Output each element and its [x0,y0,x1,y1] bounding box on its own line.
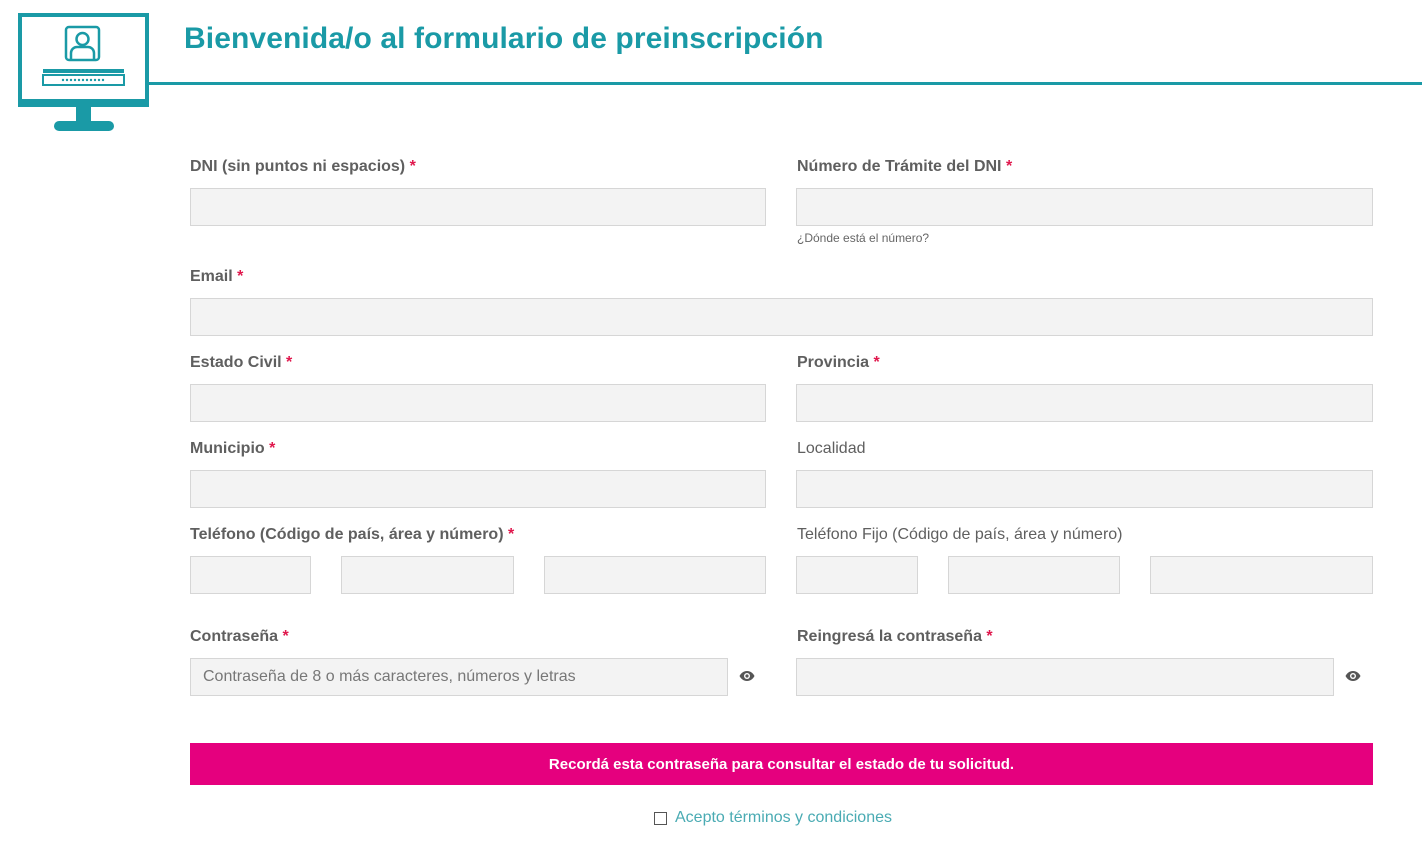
password-label: Contraseña * [190,628,289,646]
provincia-label-text: Provincia [797,354,870,371]
tramite-hint-link[interactable]: ¿Dónde está el número? [797,231,929,245]
telefono-fijo-label: Teléfono Fijo (Código de país, área y nú… [797,526,1123,543]
municipio-label-text: Municipio [190,440,265,457]
telefono-fijo-number-wrapper [1150,556,1373,594]
estado-civil-label-text: Estado Civil [190,354,282,371]
required-mark: * [1005,158,1013,175]
eye-icon[interactable] [739,670,755,682]
provincia-field-wrapper [796,384,1373,422]
dni-label: DNI (sin puntos ni espacios) * [190,158,416,176]
password-input[interactable] [191,659,727,695]
email-label-text: Email [190,268,233,285]
required-mark: * [409,158,416,175]
password-label-text: Contraseña [190,628,279,645]
municipio-label: Municipio * [190,440,275,458]
telefono-fijo-country-input[interactable] [797,557,917,593]
password-confirm-input[interactable] [797,659,1333,695]
telefono-fijo-area-wrapper [948,556,1120,594]
terms-link[interactable]: Acepto términos y condiciones [675,809,892,827]
provincia-select[interactable] [797,385,1372,421]
tramite-label: Número de Trámite del DNI * [797,158,1012,176]
terms-checkbox-row[interactable]: Acepto términos y condiciones [654,809,892,827]
telefono-label: Teléfono (Código de país, área y número)… [190,526,514,544]
telefono-country-input[interactable] [191,557,310,593]
required-mark: * [986,628,993,645]
required-mark: * [286,354,293,371]
required-mark: * [269,440,276,457]
eye-icon[interactable] [1345,670,1361,682]
tramite-input[interactable] [797,189,1372,225]
tramite-field-wrapper [796,188,1373,226]
telefono-fijo-country-wrapper [796,556,918,594]
tramite-label-text: Número de Trámite del DNI [797,158,1002,175]
estado-civil-label: Estado Civil * [190,354,292,372]
dni-label-text: DNI (sin puntos ni espacios) [190,158,406,175]
localidad-select[interactable] [797,471,1372,507]
estado-civil-select[interactable] [191,385,765,421]
provincia-label: Provincia * [797,354,880,372]
municipio-select[interactable] [191,471,765,507]
telefono-area-input[interactable] [342,557,513,593]
header-divider [148,82,1422,85]
page-title: Bienvenida/o al formulario de preinscrip… [184,22,824,55]
dni-input[interactable] [191,189,765,225]
telefono-country-wrapper [190,556,311,594]
email-label: Email * [190,268,243,286]
required-mark: * [237,268,244,285]
telefono-fijo-number-input[interactable] [1151,557,1372,593]
computer-login-icon [18,13,149,131]
password-confirm-field-wrapper [796,658,1334,696]
password-confirm-label-text: Reingresá la contraseña [797,628,982,645]
required-mark: * [507,526,515,543]
telefono-number-input[interactable] [545,557,765,593]
telefono-fijo-area-input[interactable] [949,557,1119,593]
password-field-wrapper [190,658,728,696]
estado-civil-field-wrapper [190,384,766,422]
municipio-field-wrapper [190,470,766,508]
email-field-wrapper [190,298,1373,336]
terms-checkbox[interactable] [654,811,667,825]
password-reminder-banner: Recordá esta contraseña para consultar e… [190,743,1373,785]
password-reminder-text: Recordá esta contraseña para consultar e… [548,755,1015,773]
password-confirm-label: Reingresá la contraseña * [797,628,993,646]
telefono-number-wrapper [544,556,766,594]
localidad-label: Localidad [797,440,866,457]
telefono-area-wrapper [341,556,514,594]
email-input[interactable] [191,299,1372,335]
localidad-field-wrapper [796,470,1373,508]
required-mark: * [282,628,289,645]
dni-field-wrapper [190,188,766,226]
telefono-label-text: Teléfono (Código de país, área y número) [190,526,504,543]
required-mark: * [873,354,880,371]
